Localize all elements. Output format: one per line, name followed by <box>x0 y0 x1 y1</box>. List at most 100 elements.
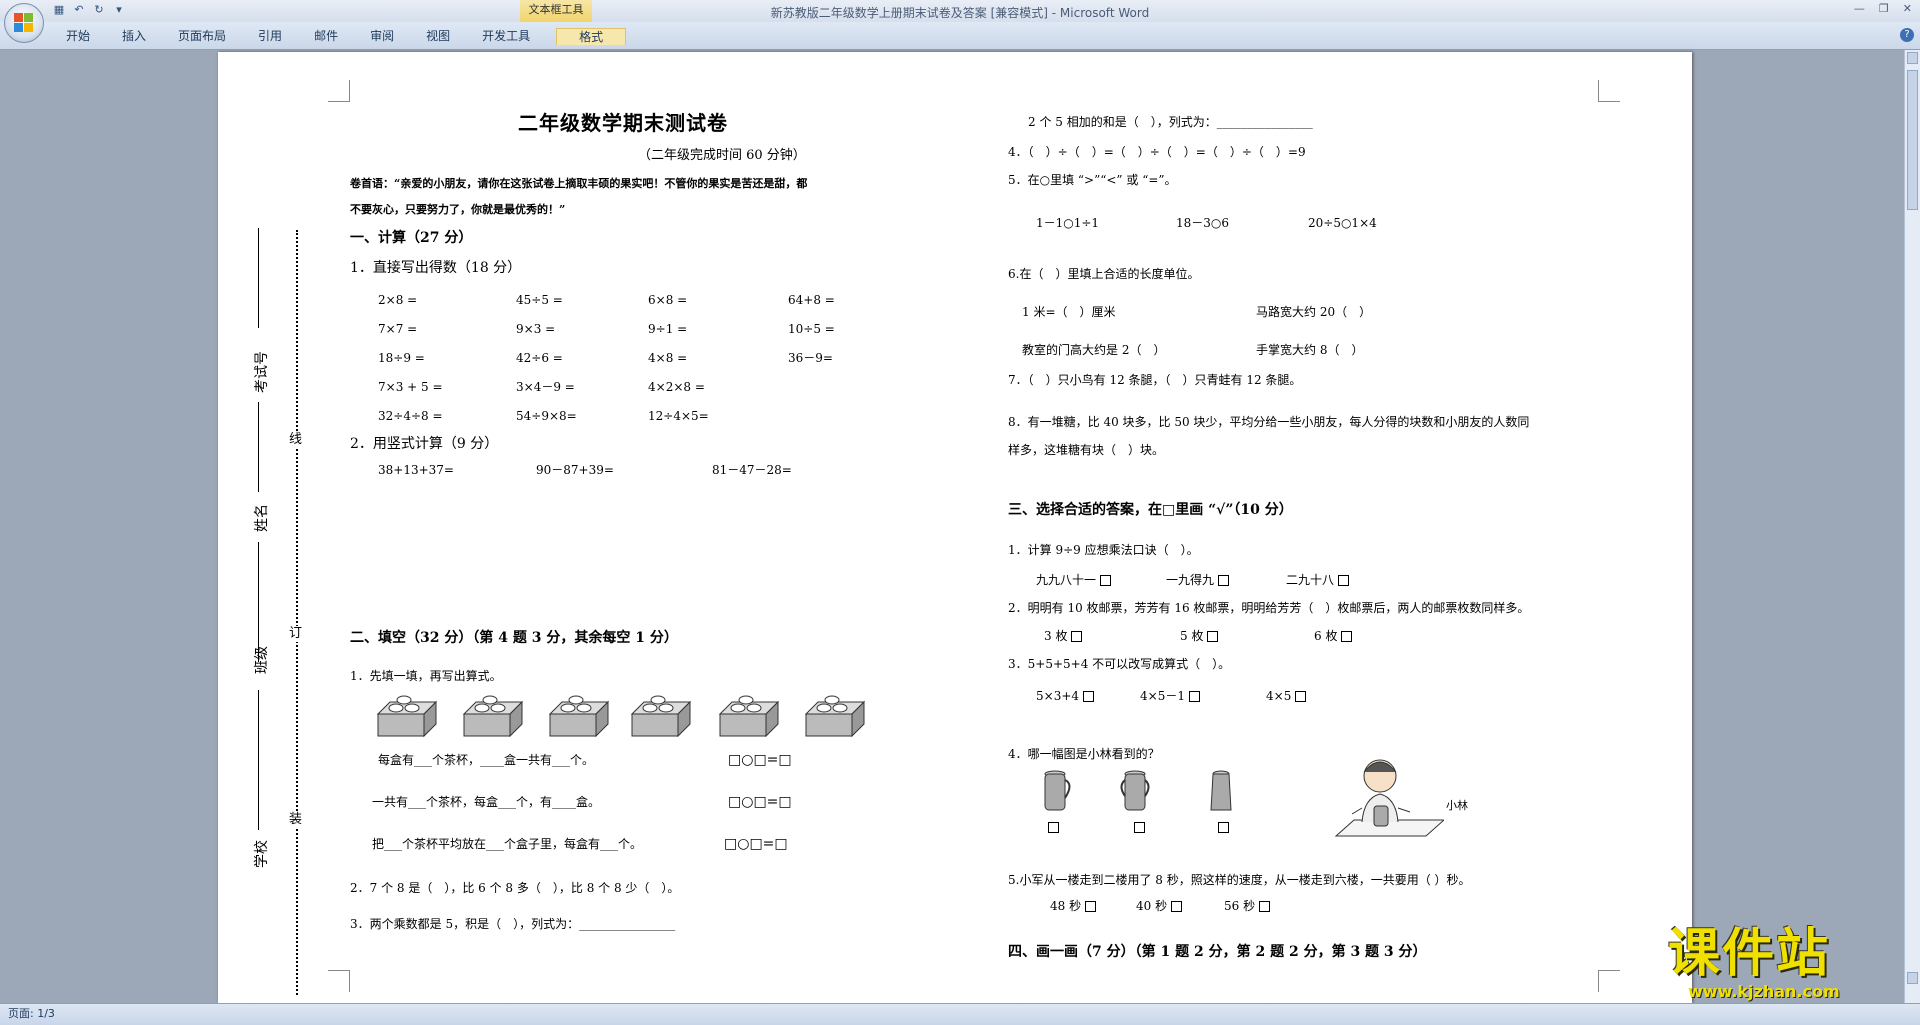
label-exam-number: 考试号 <box>254 351 270 393</box>
calc-item: 36－9= <box>788 351 833 365</box>
choice-q5: 5.小军从一楼走到二楼用了 8 秒，照这样的速度，从一楼走到六楼，一共要用（ ）… <box>1008 873 1471 887</box>
choice-option: 6 枚 <box>1314 628 1353 644</box>
section-1-q1: 1．直接写出得数（18 分） <box>350 260 522 276</box>
window-controls: — ❐ ✕ <box>1854 2 1912 15</box>
tab-mailings[interactable]: 邮件 <box>298 28 354 45</box>
teapot-view-image <box>1044 770 1071 811</box>
tab-review[interactable]: 审阅 <box>354 28 410 45</box>
checkbox[interactable] <box>1218 822 1229 833</box>
label-class: 班级 <box>254 646 270 674</box>
section-4-heading: 四、画一画（7 分）（第 1 题 2 分，第 2 题 2 分，第 3 题 3 分… <box>1008 944 1427 960</box>
calc-item: 3×4－9 = <box>516 380 575 394</box>
calc-item: 42÷6 = <box>516 351 563 365</box>
vertical-scrollbar[interactable] <box>1904 50 1920 1003</box>
checkbox[interactable] <box>1338 575 1350 586</box>
choice-option-label: 二九十八 <box>1286 573 1335 587</box>
binding-dotted-line <box>296 230 298 995</box>
tab-insert[interactable]: 插入 <box>106 28 162 45</box>
vertical-calc-item: 81－47－28= <box>712 463 792 477</box>
calc-item: 9÷1 = <box>648 322 688 336</box>
choice-option: 二九十八 <box>1286 572 1350 588</box>
choice-option: 56 秒 <box>1224 898 1271 914</box>
checkbox[interactable] <box>1048 822 1059 833</box>
fill-line: 把___个茶杯平均放在___个盒子里，每盒有___个。 <box>372 837 643 851</box>
right-q6: 6.在（ ）里填上合适的长度单位。 <box>1008 267 1200 281</box>
calc-item: 4×8 = <box>648 351 688 365</box>
unit-item: 教室的门高大约是 2（ ） <box>1022 343 1166 357</box>
scroll-thumb[interactable] <box>1907 70 1918 210</box>
right-q7: 7．（ ）只小鸟有 12 条腿，（ ）只青蛙有 12 条腿。 <box>1008 373 1302 387</box>
minimize-icon[interactable]: — <box>1854 2 1865 15</box>
choice-option-label: 5×3+4 <box>1036 689 1080 703</box>
checkbox[interactable] <box>1218 575 1230 586</box>
page-indicator[interactable]: 页面: 1/3 <box>8 1007 55 1020</box>
teapot-view-image <box>1210 770 1232 811</box>
seal-word-line: 线 <box>289 432 303 448</box>
choice-option-label: 5 枚 <box>1180 629 1204 643</box>
choice-q4: 4．哪一幅图是小林看到的？ <box>1008 747 1160 761</box>
checkbox[interactable] <box>1134 822 1145 833</box>
margin-corner-mark <box>1598 80 1620 102</box>
compare-item: 18－3○6 <box>1176 216 1230 230</box>
tab-format[interactable]: 格式 <box>556 28 627 45</box>
checkbox[interactable] <box>1083 691 1095 702</box>
calc-item: 9×3 = <box>516 322 556 336</box>
checkbox[interactable] <box>1188 691 1200 702</box>
choice-option-label: 40 秒 <box>1136 899 1168 913</box>
tab-page-layout[interactable]: 页面布局 <box>162 28 242 45</box>
title-bar: ▦ ↶ ↻ ▾ 文本框工具 新苏教版二年级数学上册期末试卷及答案 [兼容模式] … <box>0 0 1920 22</box>
tab-home[interactable]: 开始 <box>50 28 106 45</box>
restore-icon[interactable]: ❐ <box>1879 2 1889 15</box>
help-icon[interactable]: ? <box>1900 28 1914 42</box>
checkbox[interactable] <box>1100 575 1112 586</box>
ribbon: 开始 插入 页面布局 引用 邮件 审阅 视图 开发工具 格式 ? <box>0 22 1920 50</box>
checkbox[interactable] <box>1085 901 1097 912</box>
choice-q3: 3．5+5+5+4 不可以改写成算式（ ）。 <box>1008 657 1231 671</box>
close-icon[interactable]: ✕ <box>1903 2 1912 15</box>
calc-item: 4×2×8 = <box>648 380 705 394</box>
xiaolin-illustration <box>1334 759 1444 837</box>
equation-template: □○□=□ <box>724 836 788 852</box>
fill-q3: 3．两个乘数都是 5，积是（ ），列式为：________________ <box>350 917 676 931</box>
tab-references[interactable]: 引用 <box>242 28 298 45</box>
checkbox[interactable] <box>1341 631 1353 642</box>
checkbox[interactable] <box>1171 901 1183 912</box>
label-name: 姓名 <box>254 504 270 532</box>
checkbox[interactable] <box>1295 691 1307 702</box>
calc-item: 2×8 = <box>378 293 418 307</box>
tab-view[interactable]: 视图 <box>410 28 466 45</box>
section-3-heading: 三、选择合适的答案，在□里画 “√”（10 分） <box>1008 502 1293 518</box>
equation-template: □○□=□ <box>728 794 792 810</box>
document-page[interactable]: 考试号 姓名 班级 学校 线 订 装 二年级数学期末测试卷 （二年级完成时间 6… <box>218 52 1692 1003</box>
choice-option-label: 4×5－1 <box>1140 689 1185 703</box>
ribbon-tabs: 开始 插入 页面布局 引用 邮件 审阅 视图 开发工具 格式 <box>50 28 627 45</box>
fill-q2: 2．7 个 8 是（ ），比 6 个 8 多（ ），比 8 个 8 少（ ）。 <box>350 881 680 895</box>
equation-template: □○□=□ <box>728 752 792 768</box>
choice-option-label: 九九八十一 <box>1036 573 1097 587</box>
tab-developer[interactable]: 开发工具 <box>466 28 546 45</box>
exam-subtitle: （二年级完成时间 60 分钟） <box>638 148 806 163</box>
choice-option: 5×3+4 <box>1036 688 1095 704</box>
calc-item: 64+8 = <box>788 293 835 307</box>
checkbox[interactable] <box>1071 631 1083 642</box>
status-bar: 页面: 1/3 <box>0 1003 1920 1025</box>
choice-option-label: 56 秒 <box>1224 899 1256 913</box>
scroll-up-icon[interactable] <box>1907 52 1918 64</box>
label-school: 学校 <box>254 840 270 868</box>
office-button[interactable] <box>4 3 44 43</box>
watermark-text: 课件站 <box>1668 924 1831 984</box>
choice-option: 48 秒 <box>1050 898 1097 914</box>
preface-line-1: 卷首语：“亲爱的小朋友，请你在这张试卷上摘取丰硕的果实吧！不管你的果实是苦还是甜… <box>350 177 808 190</box>
scroll-down-icon[interactable] <box>1907 972 1918 984</box>
teapot-view-image <box>1120 770 1150 811</box>
choice-option: 3 枚 <box>1044 628 1083 644</box>
checkbox[interactable] <box>1259 901 1271 912</box>
vertical-calc-item: 90－87+39= <box>536 463 614 477</box>
margin-blank-line <box>258 542 259 662</box>
choice-q1: 1．计算 9÷9 应想乘法口诀（ ）。 <box>1008 543 1199 557</box>
teacup-box-image <box>630 695 692 738</box>
margin-corner-mark <box>328 80 350 102</box>
right-q8-line-2: 样多，这堆糖有块（ ）块。 <box>1008 443 1165 457</box>
checkbox[interactable] <box>1207 631 1219 642</box>
fill-line: 每盒有___个茶杯，____盒一共有___个。 <box>378 753 595 767</box>
